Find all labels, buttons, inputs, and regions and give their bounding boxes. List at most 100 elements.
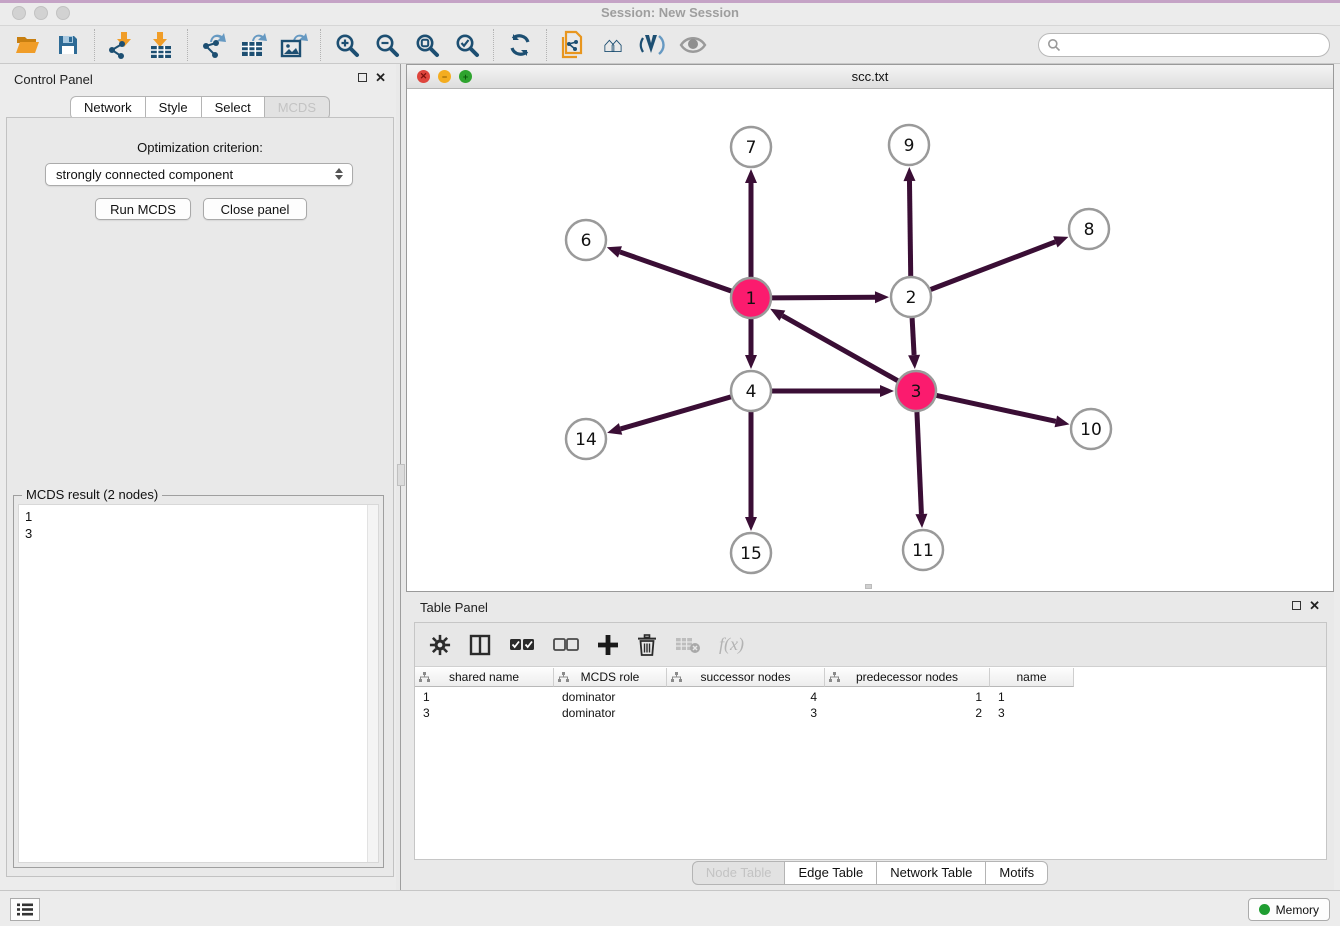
import-table-icon[interactable] [141,28,181,62]
network-graph-canvas[interactable]: 1234678910111415 [407,89,1333,591]
network-view-window: ✕ − + scc.txt 1234678910111415 [406,64,1334,592]
graph-edge-4-14[interactable] [621,397,731,429]
table-cell[interactable]: dominator [554,689,667,705]
export-network-icon[interactable] [194,28,234,62]
zoom-selected-icon[interactable] [447,28,487,62]
run-mcds-button[interactable]: Run MCDS [95,198,191,220]
table-cell[interactable]: 1 [415,689,554,705]
table-cell[interactable]: 1 [825,689,990,705]
close-table-panel-icon[interactable]: ✕ [1309,601,1320,610]
tab-motifs[interactable]: Motifs [986,861,1048,885]
float-table-panel-icon[interactable] [1292,601,1301,610]
deselect-all-icon[interactable] [553,638,579,652]
column-header-predecessor-nodes[interactable]: predecessor nodes [825,668,990,687]
network-window-title: scc.txt [407,69,1333,84]
main-toolbar: ⌂⌂ [0,26,1340,64]
column-header-successor-nodes[interactable]: successor nodes [667,668,825,687]
gear-icon[interactable] [429,634,451,656]
table-cell[interactable]: 1 [990,689,1074,705]
graph-edge-3-10[interactable] [937,395,1056,421]
table-cell[interactable]: dominator [554,705,667,721]
graph-node-label-11: 11 [912,541,934,561]
search-input[interactable] [1038,33,1330,57]
export-image-icon[interactable] [274,28,314,62]
splitter-grip[interactable] [397,464,405,486]
graph-node-label-3: 3 [911,382,922,402]
mcds-result-group: MCDS result (2 nodes) 1 3 [13,495,384,868]
close-panel-icon[interactable]: ✕ [375,73,386,82]
graph-edge-1-2[interactable] [772,297,875,298]
mcds-tab-content: Optimization criterion: strongly connect… [6,117,394,877]
graph-node-label-9: 9 [904,136,915,156]
table-cell[interactable]: 2 [825,705,990,721]
select-stepper-icon [335,168,343,180]
select-all-icon[interactable] [509,638,535,652]
graph-edge-2-8[interactable] [931,242,1056,290]
split-column-icon[interactable] [469,634,491,656]
list-icon [16,902,34,917]
memory-status-icon [1259,904,1270,915]
search-field[interactable] [1038,33,1330,57]
show-hide-icon[interactable] [673,28,713,62]
table-cell[interactable]: 4 [667,689,825,705]
open-session-icon[interactable] [8,28,48,62]
zoom-in-icon[interactable] [327,28,367,62]
table-cell[interactable]: 3 [415,705,554,721]
zoom-fit-icon[interactable] [407,28,447,62]
function-builder-icon[interactable]: f(x) [719,634,744,655]
memory-label: Memory [1276,903,1319,917]
result-scrollbar[interactable] [367,505,378,862]
status-bar: Memory [0,890,1340,926]
add-icon[interactable] [597,634,619,656]
table-row[interactable]: 1dominator411 [415,689,1074,705]
clone-network-icon[interactable] [553,28,593,62]
tab-edge-table[interactable]: Edge Table [785,861,877,885]
apply-layout-icon[interactable] [500,28,540,62]
panel-splitter[interactable] [396,64,406,890]
save-session-icon[interactable] [48,28,88,62]
graph-node-label-8: 8 [1084,220,1095,240]
graph-node-label-14: 14 [575,430,597,450]
delete-icon[interactable] [637,634,657,656]
close-panel-button[interactable]: Close panel [203,198,307,220]
table-row[interactable]: 3dominator323 [415,705,1074,721]
network-graph-svg: 1234678910111415 [407,89,1333,591]
graph-node-label-4: 4 [746,382,757,402]
graph-edge-1-6[interactable] [620,252,731,291]
network-resize-grip[interactable] [865,584,872,589]
column-header-MCDS-role[interactable]: MCDS role [554,668,667,687]
graph-edge-3-11[interactable] [917,412,921,514]
column-header-name[interactable]: name [990,668,1074,687]
graph-edge-2-3[interactable] [912,318,914,355]
graph-edge-3-1[interactable] [782,316,897,381]
vizmapper-icon[interactable] [633,28,673,62]
delete-table-icon[interactable] [675,636,701,654]
task-history-button[interactable] [10,898,40,921]
node-table-container: f(x) shared nameMCDS rolesuccessor nodes… [414,622,1327,860]
criterion-select[interactable]: strongly connected component [45,163,353,186]
mcds-result-textarea[interactable]: 1 3 [18,504,379,863]
table-toolbar: f(x) [415,623,1326,667]
table-tabstrip: Node Table Edge Table Network Table Moti… [692,861,1048,885]
toolbar-separator [94,29,95,61]
tab-network-table[interactable]: Network Table [877,861,986,885]
mcds-result-text: 1 3 [19,505,378,545]
network-window-titlebar[interactable]: ✕ − + scc.txt [407,65,1333,89]
tab-node-table[interactable]: Node Table [692,861,786,885]
graph-node-label-6: 6 [581,231,592,251]
column-header-shared-name[interactable]: shared name [415,668,554,687]
zoom-out-icon[interactable] [367,28,407,62]
graph-node-label-15: 15 [740,544,762,564]
float-panel-icon[interactable] [358,73,367,82]
show-all-networks-icon[interactable]: ⌂⌂ [593,28,633,62]
table-header-row: shared nameMCDS rolesuccessor nodesprede… [415,668,1074,687]
graph-edge-2-9[interactable] [909,181,910,276]
graph-node-label-1: 1 [746,289,757,309]
table-cell[interactable]: 3 [990,705,1074,721]
window-title: Session: New Session [0,5,1340,20]
table-cell[interactable]: 3 [667,705,825,721]
graph-node-label-2: 2 [906,288,917,308]
export-table-icon[interactable] [234,28,274,62]
import-network-icon[interactable] [101,28,141,62]
memory-button[interactable]: Memory [1248,898,1330,921]
